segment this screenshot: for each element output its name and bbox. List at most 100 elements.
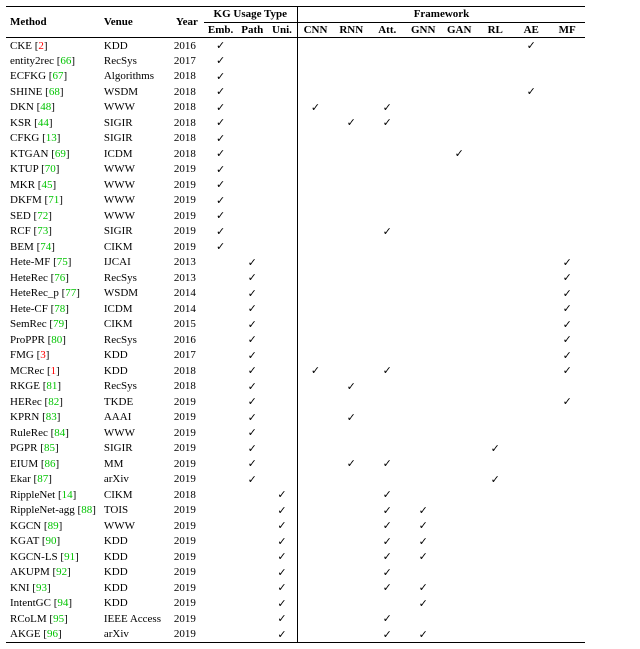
fw-ae-cell: [513, 549, 549, 565]
fw-gnn-cell: [405, 84, 441, 100]
fw-rl-cell: [477, 611, 513, 627]
kg-uni-cell: [267, 38, 297, 54]
kg-emb-cell: [204, 549, 237, 565]
fw-gnn-cell: [405, 611, 441, 627]
kg-emb-cell: [204, 596, 237, 612]
method-cell: CFKG [13]: [6, 131, 100, 147]
year-cell: 2016: [170, 332, 204, 348]
venue-cell: IJCAI: [100, 255, 170, 271]
venue-cell: Algorithms: [100, 69, 170, 85]
venue-cell: KDD: [100, 549, 170, 565]
fw-mf-cell: ✓: [549, 348, 585, 364]
kg-emb-cell: ✓: [204, 177, 237, 193]
year-cell: 2013: [170, 270, 204, 286]
year-cell: 2018: [170, 487, 204, 503]
fw-gan-cell: [441, 38, 477, 54]
fw-cnn-cell: [297, 332, 333, 348]
kg-uni-cell: [267, 410, 297, 426]
kg-path-cell: [237, 131, 267, 147]
kg-emb-cell: [204, 394, 237, 410]
fw-att-cell: [369, 146, 405, 162]
table-row: RippleNet-agg [88]TOIS2019✓✓✓: [6, 503, 585, 519]
table-row: BEM [74]CIKM2019✓: [6, 239, 585, 255]
fw-ae-cell: [513, 332, 549, 348]
kg-emb-cell: [204, 317, 237, 333]
col-emb: Emb.: [204, 22, 237, 38]
fw-rnn-cell: [333, 518, 369, 534]
fw-rnn-cell: [333, 84, 369, 100]
fw-gnn-cell: [405, 394, 441, 410]
fw-mf-cell: [549, 503, 585, 519]
fw-rl-cell: [477, 131, 513, 147]
fw-ae-cell: [513, 441, 549, 457]
fw-ae-cell: [513, 146, 549, 162]
col-group-fw: Framework: [297, 7, 585, 23]
col-method: Method: [6, 7, 100, 38]
fw-rl-cell: [477, 100, 513, 116]
venue-cell: KDD: [100, 580, 170, 596]
fw-att-cell: ✓: [369, 627, 405, 643]
fw-att-cell: ✓: [369, 580, 405, 596]
kg-emb-cell: [204, 627, 237, 643]
fw-gan-cell: [441, 596, 477, 612]
venue-cell: SIGIR: [100, 224, 170, 240]
method-cell: RippleNet [14]: [6, 487, 100, 503]
kg-uni-cell: [267, 425, 297, 441]
kg-path-cell: ✓: [237, 394, 267, 410]
kg-emb-cell: [204, 472, 237, 488]
fw-att-cell: [369, 270, 405, 286]
fw-gan-cell: [441, 286, 477, 302]
venue-cell: AAAI: [100, 410, 170, 426]
fw-mf-cell: [549, 534, 585, 550]
venue-cell: arXiv: [100, 472, 170, 488]
fw-rl-cell: [477, 208, 513, 224]
kg-path-cell: [237, 239, 267, 255]
year-cell: 2014: [170, 301, 204, 317]
col-venue: Venue: [100, 7, 170, 38]
fw-att-cell: [369, 193, 405, 209]
fw-rl-cell: [477, 38, 513, 54]
fw-cnn-cell: [297, 38, 333, 54]
table-row: KTGAN [69]ICDM2018✓✓: [6, 146, 585, 162]
fw-att-cell: [369, 177, 405, 193]
fw-rnn-cell: [333, 146, 369, 162]
fw-rl-cell: [477, 627, 513, 643]
fw-gan-cell: [441, 627, 477, 643]
year-cell: 2016: [170, 38, 204, 54]
table-row: AKGE [96]arXiv2019✓✓✓: [6, 627, 585, 643]
kg-path-cell: ✓: [237, 348, 267, 364]
fw-mf-cell: [549, 69, 585, 85]
fw-gnn-cell: ✓: [405, 580, 441, 596]
kg-path-cell: [237, 38, 267, 54]
kg-uni-cell: [267, 270, 297, 286]
fw-gan-cell: [441, 472, 477, 488]
fw-rnn-cell: [333, 549, 369, 565]
fw-cnn-cell: [297, 518, 333, 534]
kg-uni-cell: [267, 224, 297, 240]
kg-path-cell: [237, 69, 267, 85]
kg-emb-cell: [204, 332, 237, 348]
fw-gan-cell: [441, 332, 477, 348]
fw-att-cell: ✓: [369, 534, 405, 550]
fw-gnn-cell: ✓: [405, 596, 441, 612]
fw-mf-cell: ✓: [549, 301, 585, 317]
fw-gan-cell: [441, 100, 477, 116]
table-row: KTUP [70]WWW2019✓: [6, 162, 585, 178]
methods-table: Method Venue Year KG Usage Type Framewor…: [6, 6, 585, 643]
year-cell: 2018: [170, 146, 204, 162]
table-row: AKUPM [92]KDD2019✓✓: [6, 565, 585, 581]
venue-cell: CIKM: [100, 317, 170, 333]
year-cell: 2019: [170, 193, 204, 209]
kg-emb-cell: [204, 410, 237, 426]
fw-gnn-cell: [405, 255, 441, 271]
fw-gan-cell: [441, 534, 477, 550]
venue-cell: KDD: [100, 534, 170, 550]
kg-emb-cell: ✓: [204, 162, 237, 178]
fw-ae-cell: [513, 177, 549, 193]
venue-cell: TOIS: [100, 503, 170, 519]
fw-att-cell: [369, 239, 405, 255]
fw-gnn-cell: [405, 425, 441, 441]
kg-path-cell: [237, 115, 267, 131]
table-row: Ekar [87]arXiv2019✓✓: [6, 472, 585, 488]
fw-rnn-cell: [333, 394, 369, 410]
